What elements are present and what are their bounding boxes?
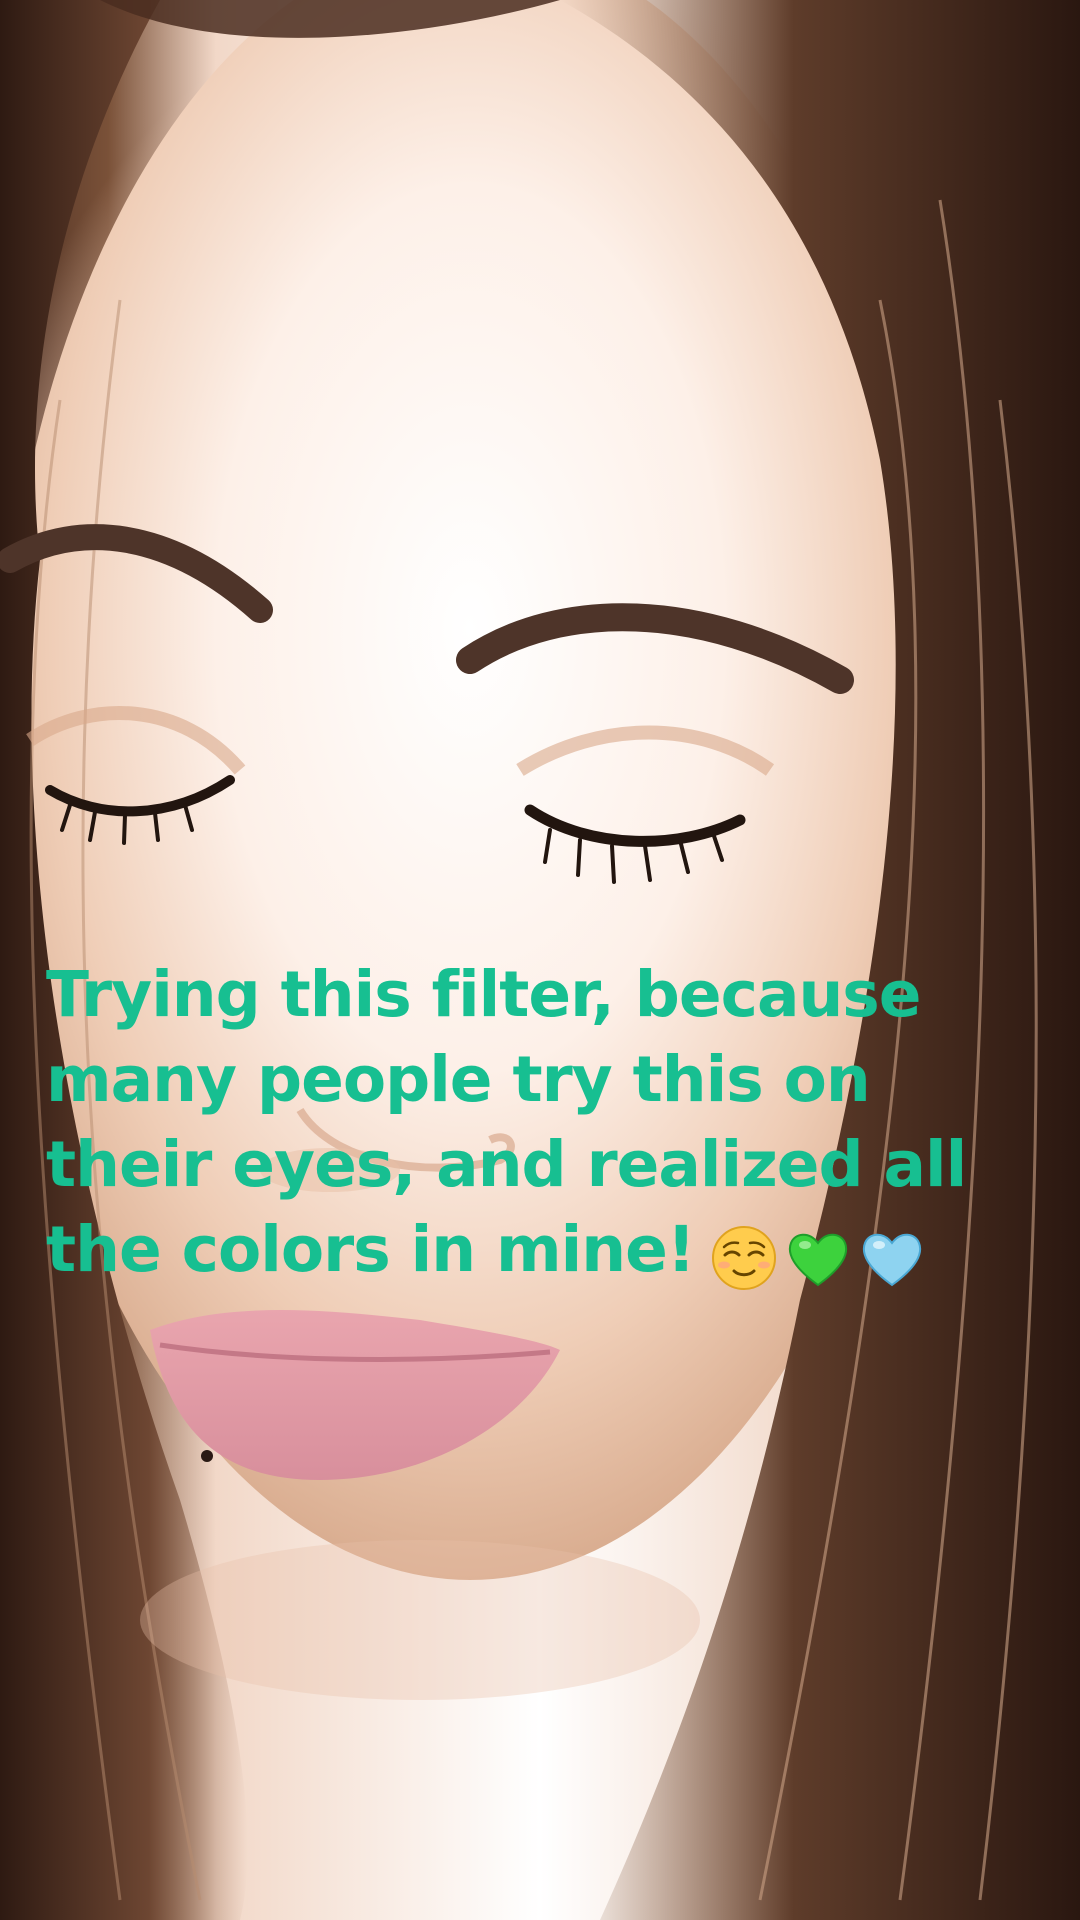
caption-line-4-text: the colors in mine!: [46, 1213, 696, 1286]
relieved-face-icon: [711, 1226, 776, 1291]
mole: [201, 1450, 213, 1462]
emoji-row: [709, 1211, 931, 1296]
caption-line-1: Trying this filter, because: [46, 958, 922, 1031]
light-blue-heart-icon: [862, 1234, 921, 1287]
caption-line-3: their eyes, and realized all: [46, 1128, 967, 1201]
green-heart-icon: [788, 1234, 847, 1287]
caption-line-2: many people try this on: [46, 1043, 871, 1116]
caption-line-4: the colors in mine!: [46, 1207, 946, 1296]
video-frame[interactable]: Trying this filter, because many people …: [0, 0, 1080, 1920]
caption-text: Trying this filter, because many people …: [46, 952, 967, 1296]
